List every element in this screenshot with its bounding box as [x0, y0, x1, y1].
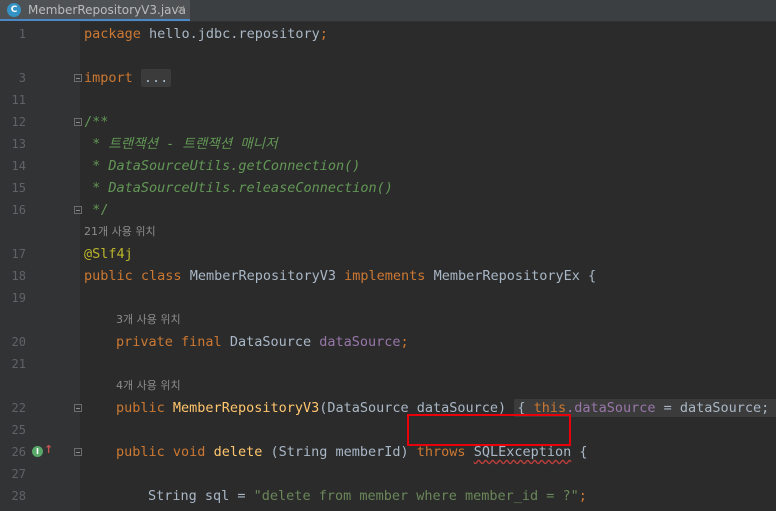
- code-line: 16 */: [0, 199, 776, 221]
- line-number: 27: [11, 467, 26, 481]
- code-text: import ...: [84, 67, 172, 89]
- code-line: 27: [0, 463, 776, 485]
- code-line: 13 * 트랜잭션 - 트랜잭션 매니저: [0, 133, 776, 155]
- exception-type: SQLException: [473, 444, 572, 460]
- usage-hint[interactable]: 3개 사용 위치: [116, 309, 181, 331]
- code-editor[interactable]: 1 package hello.jdbc.repository; 3 impor…: [0, 22, 776, 511]
- usage-hint-line: 21개 사용 위치: [0, 221, 776, 243]
- code-text: public class MemberRepositoryV3 implemen…: [84, 265, 596, 287]
- params: (String memberId): [262, 444, 417, 460]
- code-line: 17 @Slf4j: [0, 243, 776, 265]
- line-number: 13: [11, 137, 26, 151]
- code-line: 15 * DataSourceUtils.releaseConnection(): [0, 177, 776, 199]
- code-line: 21: [0, 353, 776, 375]
- editor-tab-bar: C MemberRepositoryV3.java ×: [0, 0, 776, 22]
- semicolon: ;: [319, 26, 328, 42]
- keyword: implements: [344, 268, 426, 284]
- line-number: 11: [11, 93, 26, 107]
- import-fold-placeholder[interactable]: ...: [140, 69, 172, 87]
- fold-toggle-icon[interactable]: [74, 118, 82, 126]
- code-line: 25: [0, 419, 776, 441]
- keyword: import: [84, 70, 133, 86]
- fold-toggle-icon[interactable]: [74, 74, 82, 82]
- usage-hint[interactable]: 21개 사용 위치: [84, 221, 156, 243]
- line-number: 28: [11, 489, 26, 503]
- keyword: throws: [416, 444, 466, 460]
- code-line: 14 * DataSourceUtils.getConnection(): [0, 155, 776, 177]
- line-number: 20: [11, 335, 26, 349]
- close-tab-icon[interactable]: ×: [176, 2, 186, 16]
- keyword: public: [116, 444, 165, 460]
- semicolon: ;: [578, 488, 587, 504]
- brace: {: [571, 444, 588, 460]
- line-number: 17: [11, 247, 26, 261]
- code-text: String sql = "delete from member where m…: [148, 485, 587, 507]
- code-text: package hello.jdbc.repository;: [84, 23, 328, 45]
- fold-toggle-icon[interactable]: [74, 448, 82, 456]
- code-line: 26 I ↑ public void delete (String member…: [0, 441, 776, 463]
- line-number: 16: [11, 203, 26, 217]
- usage-hint[interactable]: 4개 사용 위치: [116, 375, 181, 397]
- semicolon: ;: [400, 334, 409, 350]
- line-number: 14: [11, 159, 26, 173]
- annotation: @Slf4j: [84, 246, 133, 262]
- usage-hint-line: 4개 사용 위치: [0, 375, 776, 397]
- field-name: .dataSource: [566, 400, 656, 416]
- package-name: hello.jdbc.repository: [140, 26, 320, 42]
- code-line: 11: [0, 89, 776, 111]
- code-text: private final DataSource dataSource;: [116, 331, 409, 353]
- javadoc-open: /**: [84, 114, 109, 130]
- tab-filename: MemberRepositoryV3.java: [28, 3, 186, 17]
- declaration: String sql =: [148, 488, 254, 504]
- code-line: 19: [0, 287, 776, 309]
- javadoc-text: * 트랜잭션 - 트랜잭션 매니저: [84, 136, 278, 152]
- usage-hint-line: 3개 사용 위치: [0, 309, 776, 331]
- highlight-box: [407, 414, 571, 446]
- line-number: 3: [18, 71, 26, 85]
- code-line: 20 private final DataSource dataSource;: [0, 331, 776, 353]
- keyword: void: [172, 444, 206, 460]
- java-class-icon: C: [7, 3, 21, 17]
- field-name: dataSource: [319, 334, 401, 350]
- code-line: 3 import ...: [0, 67, 776, 89]
- line-number: 1: [18, 27, 26, 41]
- line-number: 18: [11, 269, 26, 283]
- fold-toggle-icon[interactable]: [74, 404, 82, 412]
- override-arrow-icon[interactable]: ↑: [44, 443, 53, 456]
- line-number: 26: [11, 445, 26, 459]
- line-number: 22: [11, 401, 26, 415]
- constructor-name: MemberRepositoryV3: [172, 400, 320, 416]
- code-line: 18 public class MemberRepositoryV3 imple…: [0, 265, 776, 287]
- keyword: public: [84, 268, 133, 284]
- keyword: package: [84, 26, 141, 42]
- implements-method-icon[interactable]: I: [32, 446, 43, 457]
- line-number: 12: [11, 115, 26, 129]
- brace: {: [588, 268, 597, 284]
- fold-toggle-icon[interactable]: [74, 206, 82, 214]
- keyword: private: [116, 334, 173, 350]
- keyword: public: [116, 400, 165, 416]
- code-line: 28 String sql = "delete from member wher…: [0, 485, 776, 507]
- javadoc-text: * DataSourceUtils.getConnection(): [84, 158, 361, 174]
- line-number: 15: [11, 181, 26, 195]
- code-line: 1 package hello.jdbc.repository;: [0, 23, 776, 45]
- keyword: class: [140, 268, 182, 284]
- javadoc-close: */: [84, 202, 109, 218]
- interface-name: MemberRepositoryEx: [433, 268, 580, 284]
- method-name: delete: [213, 444, 263, 460]
- class-name: MemberRepositoryV3: [189, 268, 337, 284]
- javadoc-text: * DataSourceUtils.releaseConnection(): [84, 180, 393, 196]
- keyword: final: [181, 334, 222, 350]
- type-name: DataSource: [229, 334, 312, 350]
- line-number: 25: [11, 423, 26, 437]
- assignment: = dataSource;: [655, 400, 770, 416]
- file-tab[interactable]: C MemberRepositoryV3.java ×: [0, 0, 190, 21]
- line-number: 19: [11, 291, 26, 305]
- string-literal: "delete from member where member_id = ?": [253, 488, 579, 504]
- code-line: 22 public MemberRepositoryV3(DataSource …: [0, 397, 776, 419]
- code-line: 12 /**: [0, 111, 776, 133]
- line-number: 21: [11, 357, 26, 371]
